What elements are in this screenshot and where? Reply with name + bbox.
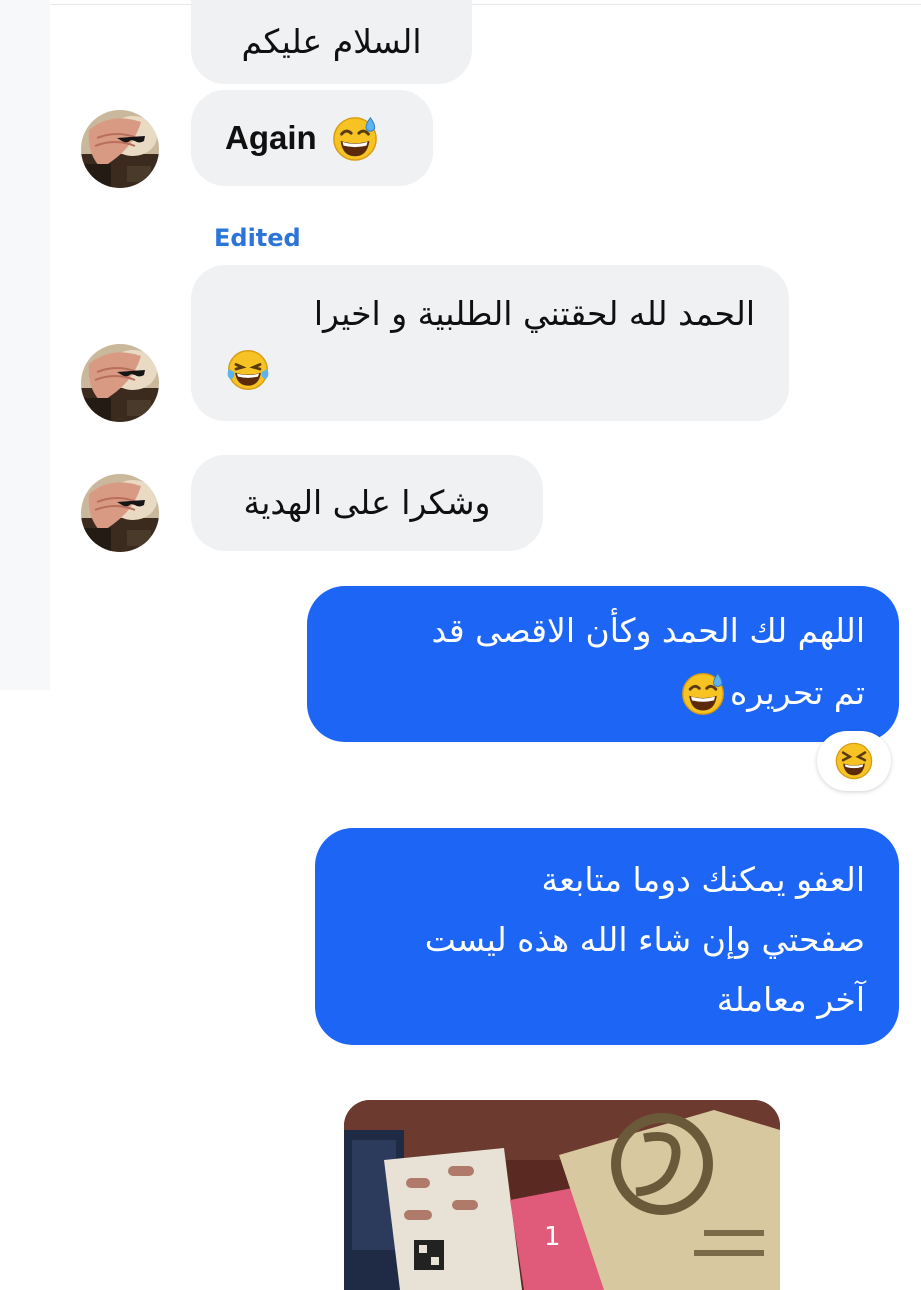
message-text-line: اللهم لك الحمد وكأن الاقصى قد [431,611,865,650]
photo-attachment[interactable]: 1 [344,1100,780,1290]
message-reaction[interactable] [817,731,891,791]
message-text: السلام عليكم [241,22,422,61]
message-text: الحمد لله لحقتني الطلبية و اخيرا [313,294,755,333]
edited-label: Edited [214,224,301,252]
sender-avatar[interactable] [81,110,159,188]
message-bubble-incoming[interactable]: وشكرا على الهدية [191,455,543,551]
message-text-line: تم تحريره [729,673,865,712]
laughing-squint-emoji-icon [833,740,875,782]
message-text: وشكرا على الهدية [243,483,491,522]
message-bubble-incoming[interactable]: السلام عليكم [191,0,472,84]
grinning-sweat-emoji-icon [680,670,726,716]
tears-of-joy-emoji-icon [225,347,271,393]
message-text: Again [225,119,317,156]
sender-avatar[interactable] [81,474,159,552]
message-bubble-outgoing[interactable]: العفو يمكنك دوما متابعة صفحتي وإن شاء ال… [315,828,899,1045]
grinning-sweat-emoji-icon [331,114,379,162]
message-text-line: صفحتي وإن شاء الله هذه ليست [424,920,865,959]
sender-avatar[interactable] [81,344,159,422]
message-text-line: آخر معاملة [716,980,865,1019]
message-bubble-incoming[interactable]: Again [191,90,433,186]
message-bubble-incoming[interactable]: الحمد لله لحقتني الطلبية و اخيرا [191,265,789,421]
message-bubble-outgoing[interactable]: اللهم لك الحمد وكأن الاقصى قد تم تحريره [307,586,899,742]
message-text-line: العفو يمكنك دوما متابعة [541,860,865,899]
left-panel-strip [0,0,50,690]
top-divider [50,4,921,5]
svg-text:1: 1 [544,1222,561,1252]
